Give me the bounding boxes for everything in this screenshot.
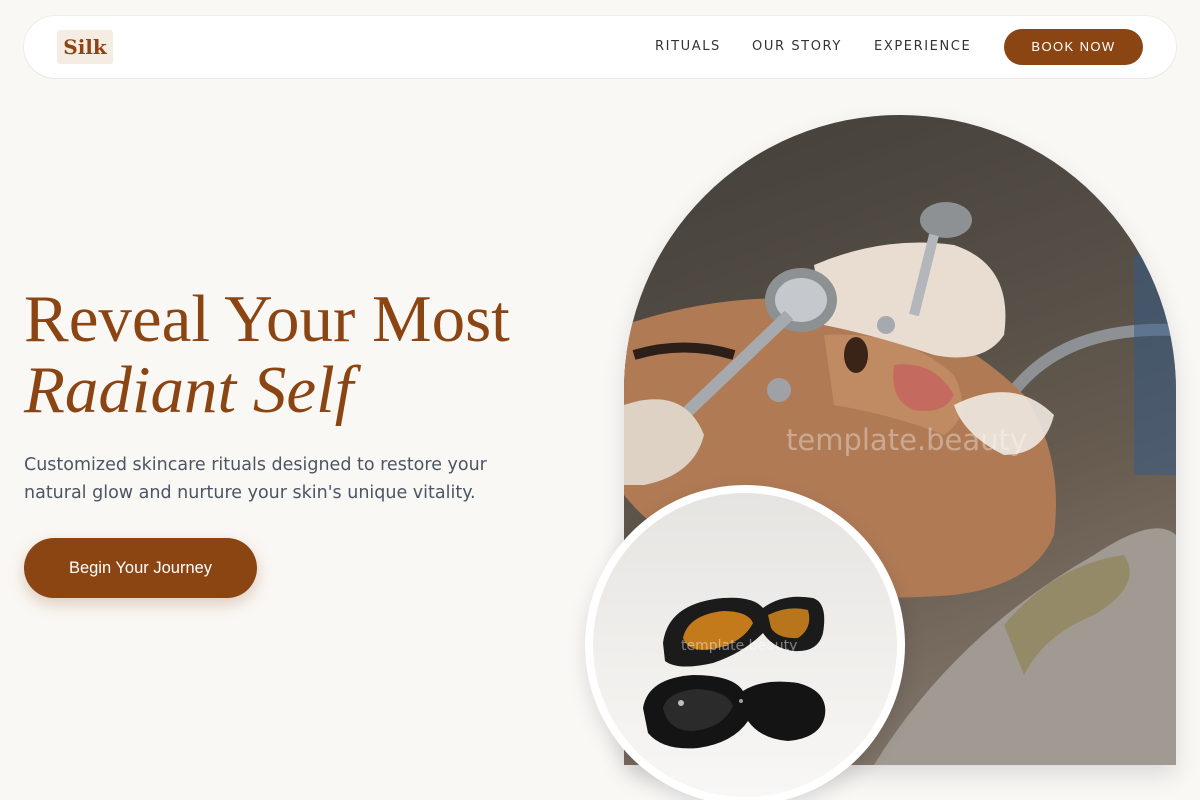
hero-title: Reveal Your Most Radiant Self <box>24 284 584 426</box>
glasses-photo-frame: template.beauty <box>585 485 905 800</box>
begin-journey-button[interactable]: Begin Your Journey <box>24 538 257 598</box>
nav-link-experience[interactable]: EXPERIENCE <box>874 39 971 55</box>
book-now-button[interactable]: BOOK NOW <box>1004 29 1143 65</box>
nav-link-our-story[interactable]: OUR STORY <box>752 39 842 55</box>
protective-glasses-photo: template.beauty <box>593 493 897 797</box>
brand-logo[interactable]: Silk <box>57 30 113 64</box>
top-navbar: Silk RITUALS OUR STORY EXPERIENCE BOOK N… <box>24 16 1176 78</box>
hero-title-line2: Radiant Self <box>24 353 354 427</box>
main-image-watermark: template.beauty <box>786 423 1028 457</box>
hero-subtitle-line2: natural glow and nurture your skin's uni… <box>24 483 476 503</box>
hero-subtitle-line1: Customized skincare rituals designed to … <box>24 455 487 475</box>
hero-subtitle: Customized skincare rituals designed to … <box>24 451 504 507</box>
nav-link-rituals[interactable]: RITUALS <box>655 39 721 55</box>
secondary-image-watermark: template.beauty <box>681 638 798 654</box>
hero-title-line1: Reveal Your Most <box>24 282 510 356</box>
